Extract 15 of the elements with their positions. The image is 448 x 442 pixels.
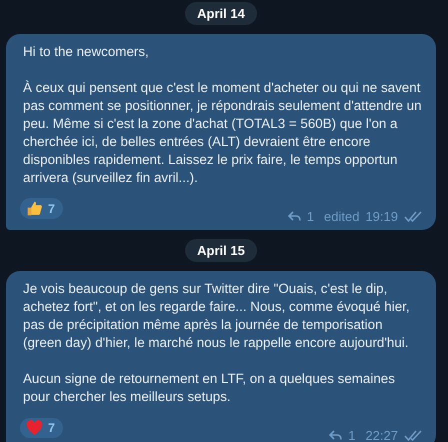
message-time: 22:27 — [365, 428, 398, 442]
message-time: 19:19 — [365, 209, 398, 224]
reaction-button[interactable]: 7 — [20, 418, 63, 438]
message-text: Aucun signe de retournement en LTF, on a quelques semaines pour chercher les meilleurs setups. — [23, 370, 396, 406]
message-text: À ceux qui pensent que c'est le moment d'acheter ou qui ne savent pas comment se positionner, je répondrais seulement d'attendre un peu. Même si c'est la zone d'achat (TOTAL3 = 560B) que l'on a cherchée ici, de belles entrées (ALT) devraient être encore disponibles rapidement. Laissez le prix faire, le temps opportun arrivera (surveillez fin avril...). — [23, 79, 422, 187]
date-label: April 15 — [185, 239, 257, 262]
reply-count: 1 — [348, 428, 356, 442]
reply-icon — [329, 430, 342, 441]
reply-icon — [288, 211, 301, 222]
date-label: April 14 — [185, 2, 257, 25]
message-text: Hi to the newcomers, — [23, 43, 150, 61]
reaction-button[interactable]: 7 — [20, 198, 63, 219]
reply-count: 1 — [306, 209, 314, 224]
message-text: Je vois beaucoup de gens sur Twitter dire "Ouais, c'est le dip, achetez fort", et on les regarde faire... Nous, comme évoqué hier, pas de précipitation même après la journée de temporisation (green day) d'hier, le marché nous le rappelle encore aujourd'hui. — [23, 280, 411, 352]
edited-label: edited — [324, 209, 360, 224]
